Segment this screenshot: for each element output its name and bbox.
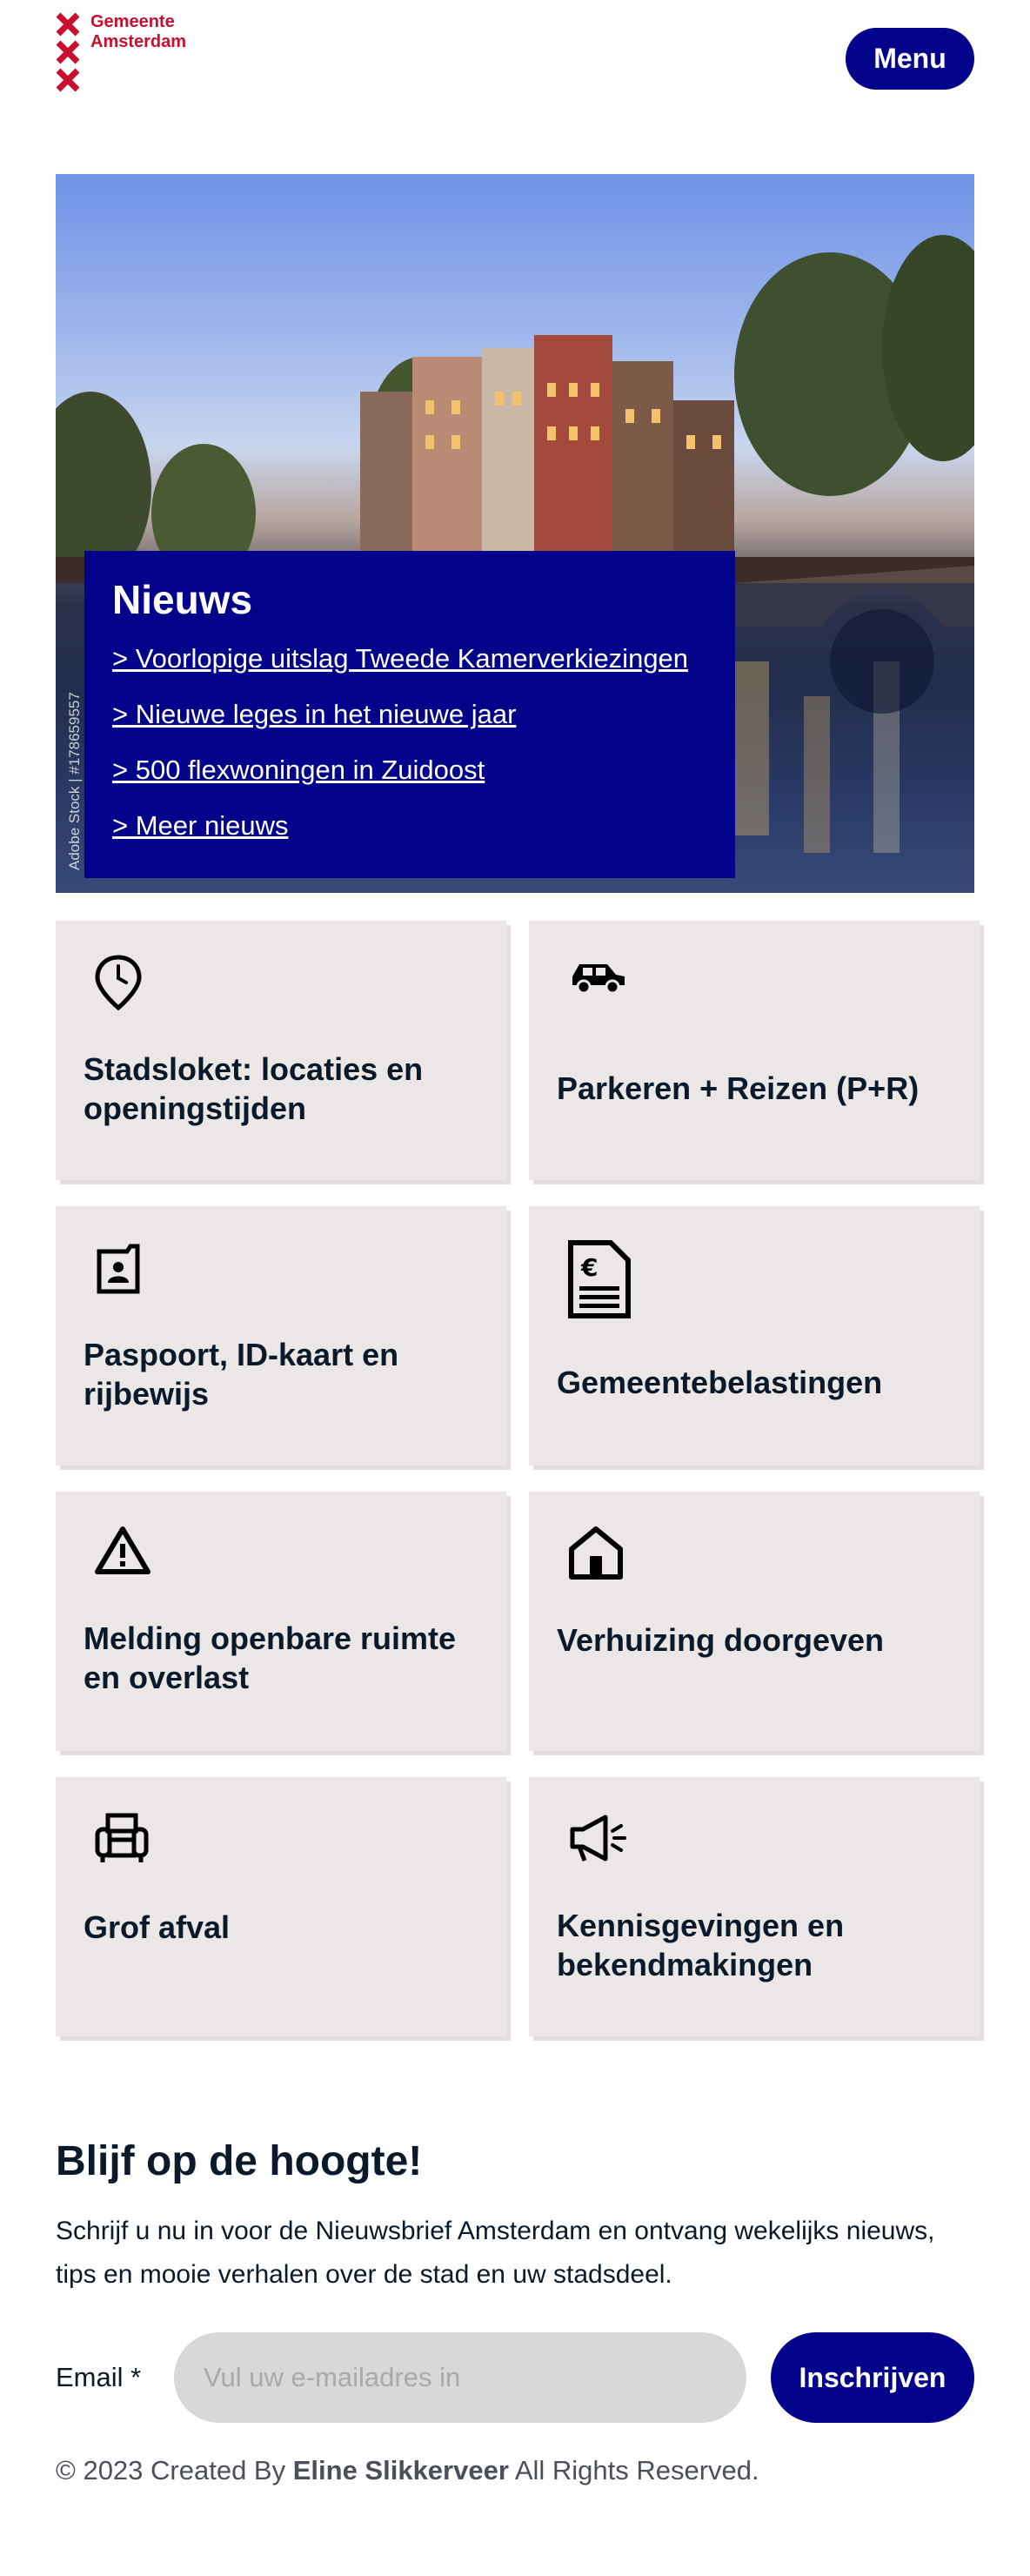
stock-photo-credit: Adobe Stock | #178659557 (66, 692, 83, 870)
logo-text: Gemeente Amsterdam (90, 12, 186, 96)
tile-label: Paspoort, ID-kaart en rijbewijs (84, 1337, 399, 1412)
tile-label: Stadsloket: locaties en openingstijden (84, 1051, 424, 1126)
id-card-icon (94, 1239, 143, 1301)
location-clock-icon (94, 954, 143, 1016)
car-icon (567, 954, 628, 1002)
footer: © 2023 Created By Eline Slikkerveer All … (56, 2455, 759, 2486)
email-label: Email * (56, 2362, 142, 2392)
subscribe-button[interactable]: Inschrijven (771, 2332, 974, 2423)
tile-parkeren[interactable]: Parkeren + Reizen (P+R) (529, 921, 980, 1180)
news-link-flex-homes[interactable]: > 500 flexwoningen in Zuidoost (112, 755, 707, 786)
newsletter-form: Email * Inschrijven (56, 2332, 974, 2423)
tile-label: Kennisgevingen en bekendmakingen (557, 1908, 845, 1982)
news-panel: Nieuws > Voorlopige uitslag Tweede Kamer… (84, 551, 735, 878)
tax-document-icon: € (567, 1239, 632, 1324)
news-title: Nieuws (112, 577, 253, 622)
megaphone-icon (567, 1810, 630, 1870)
newsletter-section: Blijf op de hoogte! Schrijf u nu in voor… (56, 2137, 974, 2297)
news-link-more-news[interactable]: > Meer nieuws (112, 810, 707, 842)
house-icon (567, 1525, 625, 1585)
hero-image: Adobe Stock | #178659557 Nieuws > Voorlo… (56, 174, 974, 893)
footer-copyright: © 2023 Created By (56, 2455, 286, 2485)
andreas-crosses-icon (56, 12, 82, 96)
tile-label: Gemeentebelastingen (557, 1365, 883, 1400)
newsletter-description: Schrijf u nu in voor de Nieuwsbrief Amst… (56, 2217, 935, 2289)
tile-grof-afval[interactable]: Grof afval (56, 1777, 506, 2036)
footer-rights: All Rights Reserved. (514, 2455, 759, 2485)
tile-melding[interactable]: Melding openbare ruimte en overlast (56, 1492, 506, 1751)
tile-stadsloket[interactable]: Stadsloket: locaties en openingstijden (56, 921, 506, 1180)
newsletter-title: Blijf op de hoogte! (56, 2138, 423, 2184)
tile-label: Parkeren + Reizen (P+R) (557, 1070, 920, 1106)
tile-verhuizing[interactable]: Verhuizing doorgeven (529, 1492, 980, 1751)
tile-label: Melding openbare ruimte en overlast (84, 1620, 457, 1695)
warning-icon (94, 1525, 151, 1580)
menu-button[interactable]: Menu (846, 28, 974, 90)
email-input[interactable] (174, 2332, 746, 2423)
logo-line-2: Amsterdam (90, 32, 187, 51)
gemeente-amsterdam-logo[interactable]: Gemeente Amsterdam (56, 12, 186, 96)
tile-label: Grof afval (84, 1909, 231, 1945)
tile-paspoort[interactable]: Paspoort, ID-kaart en rijbewijs (56, 1206, 506, 1466)
tile-label: Verhuizing doorgeven (557, 1622, 885, 1658)
svg-text:€: € (580, 1253, 598, 1282)
footer-author: Eline Slikkerveer (292, 2455, 509, 2485)
news-link-election-results[interactable]: > Voorlopige uitslag Tweede Kamerverkiez… (112, 643, 707, 674)
tile-belastingen[interactable]: € Gemeentebelastingen (529, 1206, 980, 1466)
logo-line-1: Gemeente (90, 12, 175, 31)
news-link-new-fees[interactable]: > Nieuwe leges in het nieuwe jaar (112, 699, 707, 730)
tile-kennisgevingen[interactable]: Kennisgevingen en bekendmakingen (529, 1777, 980, 2036)
site-header: Gemeente Amsterdam Menu (0, 0, 1030, 131)
armchair-icon (94, 1810, 150, 1870)
